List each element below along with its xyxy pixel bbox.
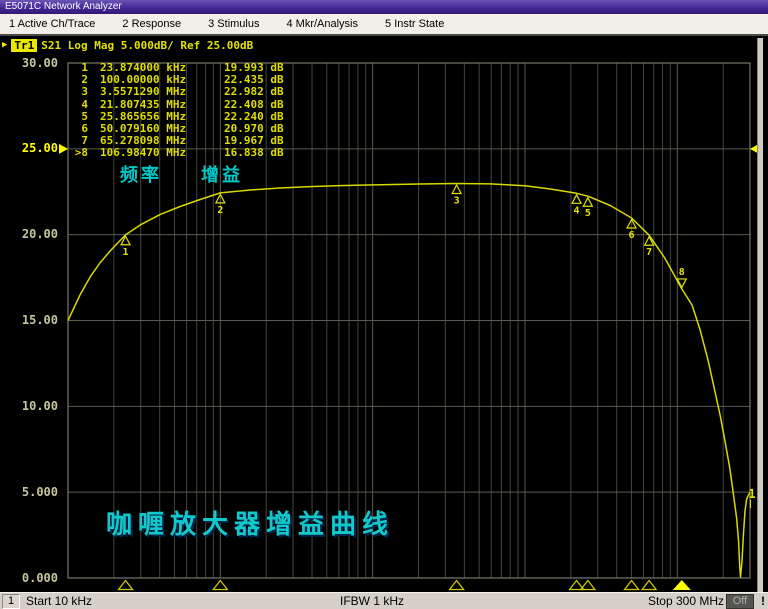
marker-1-number: 1 <box>123 247 129 258</box>
curve-title: 咖喱放大器增益曲线 <box>106 510 395 540</box>
gain-column-label: 增益 <box>201 165 243 186</box>
channel-indicator: 1 <box>2 594 20 609</box>
marker-number: 4 <box>74 97 88 111</box>
marker-2-number: 2 <box>217 205 223 216</box>
bottom-marker-indicators[interactable] <box>117 579 691 591</box>
marker-5-number: 5 <box>585 208 591 219</box>
bottom-indicator-active <box>672 580 691 590</box>
marker-7-number: 7 <box>646 247 652 258</box>
y-axis-ref-label: 25.00 <box>21 141 58 156</box>
y-axis-label: 0.000 <box>21 570 58 585</box>
marker-number: 3 <box>74 85 88 99</box>
marker-frequency: 3.5571290 MHz <box>100 85 187 99</box>
marker-6-number: 6 <box>629 230 635 241</box>
marker-table-row: 4 21.807435 MHz 22.408 dB <box>68 97 284 111</box>
marker-number: >8 <box>74 146 88 160</box>
trace-end-number: 1 <box>748 487 755 501</box>
bottom-indicator <box>623 579 640 591</box>
marker-table: 1 23.874000 kHz 19.993 dB 2 100.00000 kHz 22… <box>68 61 284 160</box>
y-axis-label: 30.00 <box>21 55 58 70</box>
frequency-column-label: 频率 <box>120 165 162 186</box>
marker-8-number: 8 <box>679 267 685 278</box>
y-axis-label: 10.00 <box>21 398 58 413</box>
marker-5-symbol <box>582 196 594 207</box>
marker-table-row: >8 106.98470 MHz 16.838 dB <box>68 147 284 159</box>
marker-value: 16.838 dB <box>224 146 284 160</box>
active-trace-pointer-icon: ▶ <box>2 40 8 50</box>
marker-frequency: 21.807435 MHz <box>100 97 187 111</box>
marker-value: 22.408 dB <box>224 97 284 111</box>
y-axis-label: 5.000 <box>21 484 58 499</box>
marker-3-symbol <box>451 183 463 195</box>
bottom-indicator <box>212 579 229 591</box>
bottom-indicator <box>640 579 658 591</box>
start-frequency-readout: Start 10 kHz <box>26 594 93 608</box>
marker-table-row: 3 3.5571290 MHz 22.982 dB <box>68 85 284 99</box>
trace-label[interactable]: Tr1 <box>11 39 38 52</box>
window-right-border <box>757 38 763 592</box>
y-axis-label: 20.00 <box>21 227 58 242</box>
bottom-indicator <box>117 579 134 591</box>
bottom-indicator <box>448 579 465 591</box>
y-axis-label: 15.00 <box>21 313 58 327</box>
off-button[interactable]: Off <box>726 594 754 609</box>
marker-frequency: 106.98470 MHz <box>100 146 187 160</box>
marker-3-number: 3 <box>454 195 460 206</box>
trace-format-readout: S21 Log Mag 5.000dB/ Ref 25.00dB <box>41 39 254 52</box>
stop-frequency-readout: Stop 300 MHz <box>647 594 724 608</box>
status-bar: 1 Start 10 kHz IFBW 1 kHz Stop 300 MHz O… <box>0 592 768 609</box>
ifbw-readout: IFBW 1 kHz <box>340 594 405 608</box>
marker-value: 22.982 dB <box>224 85 284 99</box>
marker-4-number: 4 <box>574 205 580 216</box>
alert-indicator: ! <box>761 594 765 608</box>
marker-4-symbol <box>571 193 583 204</box>
trace-status: ▶ Tr1 S21 Log Mag 5.000dB/ Ref 25.00dB <box>2 39 253 52</box>
